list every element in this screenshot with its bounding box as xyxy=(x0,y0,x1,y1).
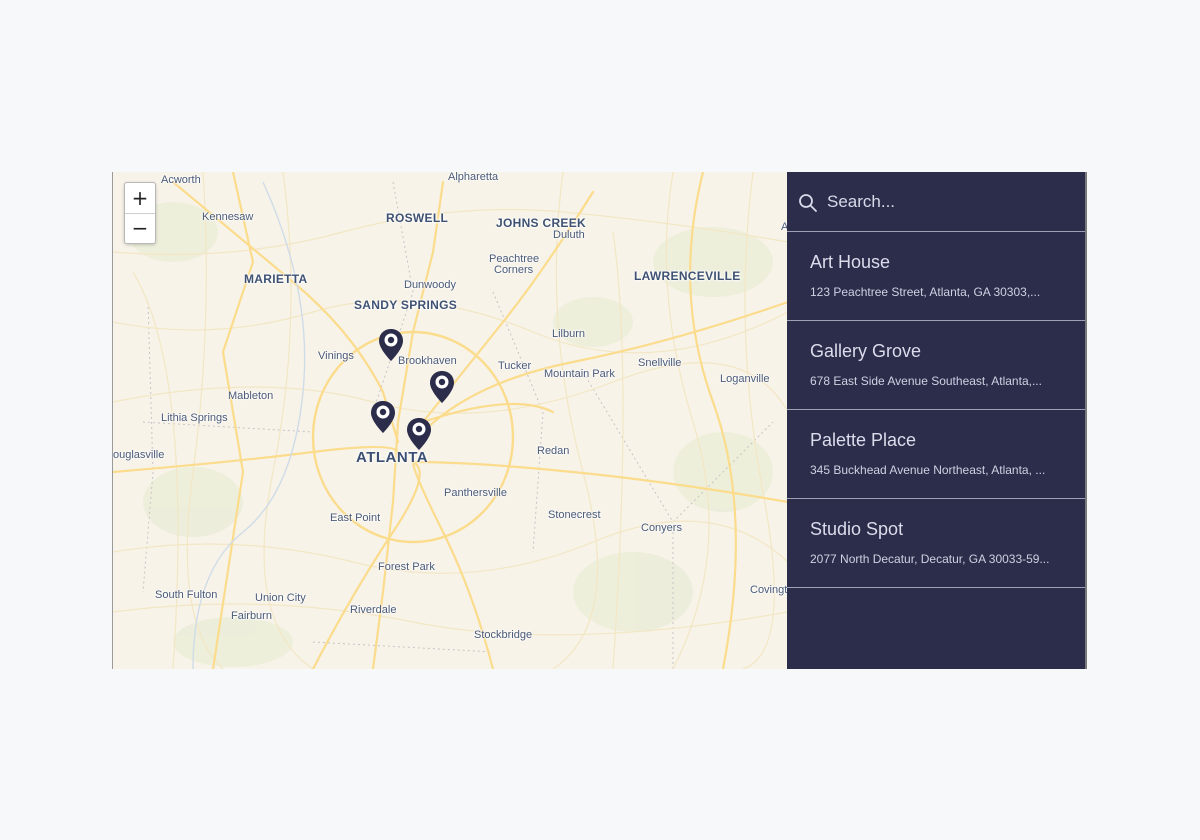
zoom-control: + − xyxy=(124,182,156,244)
place-label-conyers: Conyers xyxy=(641,522,682,534)
place-label-loganville: Loganville xyxy=(720,373,770,385)
place-label-riverdale: Riverdale xyxy=(350,604,397,616)
location-name: Studio Spot xyxy=(810,519,904,539)
place-label-sandy-springs: SANDY SPRINGS xyxy=(354,298,458,312)
place-label-redan: Redan xyxy=(537,445,570,457)
map-widget: Acworth Kennesaw Alpharetta ROSWELL JOHN… xyxy=(112,172,1087,669)
place-label-brookhaven: Brookhaven xyxy=(398,355,457,367)
location-item[interactable]: Art House 123 Peachtree Street, Atlanta,… xyxy=(787,232,1085,321)
map-pin-gallery-grove[interactable] xyxy=(429,370,455,404)
map-pin-art-house[interactable] xyxy=(378,328,404,362)
place-label-corners: Corners xyxy=(494,264,534,276)
location-item[interactable]: Palette Place 345 Buckhead Avenue Northe… xyxy=(787,410,1085,499)
place-label-vinings: Vinings xyxy=(318,350,354,362)
location-address: 678 East Side Avenue Southeast, Atlanta,… xyxy=(810,374,1042,388)
location-address: 345 Buckhead Avenue Northeast, Atlanta, … xyxy=(810,463,1046,477)
search-icon xyxy=(799,194,817,212)
place-label-lawrenceville: LAWRENCEVILLE xyxy=(634,269,741,283)
place-label-tucker: Tucker xyxy=(498,360,532,372)
place-label-alpharetta: Alpharetta xyxy=(448,172,499,183)
search-bar xyxy=(787,172,1085,232)
place-label-fairburn: Fairburn xyxy=(231,610,272,622)
map-pin-palette-place[interactable] xyxy=(370,400,396,434)
place-label-forest-park: Forest Park xyxy=(378,561,435,573)
map-view[interactable]: Acworth Kennesaw Alpharetta ROSWELL JOHN… xyxy=(112,172,788,669)
locations-sidebar: Art House 123 Peachtree Street, Atlanta,… xyxy=(787,172,1087,669)
location-address: 2077 North Decatur, Decatur, GA 30033-59… xyxy=(810,552,1050,566)
zoom-out-button[interactable]: − xyxy=(125,213,155,243)
place-label-south-fulton: South Fulton xyxy=(155,589,218,601)
location-item[interactable]: Gallery Grove 678 East Side Avenue South… xyxy=(787,321,1085,410)
place-label-roswell: ROSWELL xyxy=(386,211,449,225)
place-label-douglasville: ouglasville xyxy=(113,449,165,461)
place-label-covington: Covingt xyxy=(750,584,788,596)
place-label-union-city: Union City xyxy=(255,592,306,604)
zoom-in-button[interactable]: + xyxy=(125,183,155,213)
place-label-acworth: Acworth xyxy=(161,174,201,186)
place-label-snellville: Snellville xyxy=(638,357,682,369)
map-pin-studio-spot[interactable] xyxy=(406,417,432,451)
place-label-stonecrest: Stonecrest xyxy=(548,509,601,521)
place-label-atlanta: ATLANTA xyxy=(356,449,429,466)
location-name: Gallery Grove xyxy=(810,341,922,361)
place-label-johns-creek: JOHNS CREEK xyxy=(496,216,586,230)
place-label-lithia-springs: Lithia Springs xyxy=(161,412,228,424)
place-label-lilburn: Lilburn xyxy=(552,328,586,340)
place-label-stockbridge: Stockbridge xyxy=(474,629,533,641)
place-label-east-point: East Point xyxy=(330,512,381,524)
location-address: 123 Peachtree Street, Atlanta, GA 30303,… xyxy=(810,285,1041,299)
place-label-panthersville: Panthersville xyxy=(444,487,507,499)
place-label-mableton: Mableton xyxy=(228,390,274,402)
location-name: Art House xyxy=(810,252,891,272)
location-item[interactable]: Studio Spot 2077 North Decatur, Decatur,… xyxy=(787,499,1085,588)
place-label-kennesaw: Kennesaw xyxy=(202,211,254,223)
place-label-duluth: Duluth xyxy=(553,229,585,241)
place-label-dunwoody: Dunwoody xyxy=(404,279,456,291)
place-label-mountain-park: Mountain Park xyxy=(544,368,615,380)
place-label-marietta: MARIETTA xyxy=(244,272,308,286)
search-input[interactable] xyxy=(825,186,1069,218)
location-name: Palette Place xyxy=(810,430,917,450)
